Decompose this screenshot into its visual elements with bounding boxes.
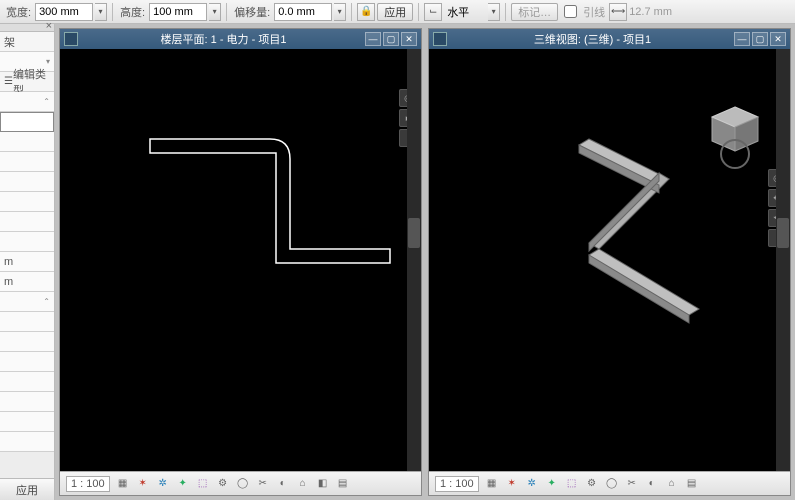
close-button[interactable]: ✕ <box>770 32 786 46</box>
status-icon[interactable]: ▤ <box>685 477 699 491</box>
status-icon[interactable]: ✂ <box>625 477 639 491</box>
maximize-button[interactable]: ▢ <box>383 32 399 46</box>
sidebar-row <box>0 212 54 232</box>
status-icon[interactable]: ◧ <box>316 477 330 491</box>
status-icon[interactable]: ▦ <box>116 477 130 491</box>
leader-checkbox[interactable] <box>564 5 577 18</box>
status-icon[interactable]: ✲ <box>156 477 170 491</box>
sidebar-row <box>0 332 54 352</box>
apply-button[interactable]: 应用 <box>377 3 413 21</box>
status-icon[interactable]: ◐ <box>645 477 659 491</box>
sidebar-row <box>0 392 54 412</box>
minimize-button[interactable]: — <box>365 32 381 46</box>
status-icon[interactable]: ✲ <box>525 477 539 491</box>
status-icon[interactable]: ▤ <box>336 477 350 491</box>
status-icon[interactable]: ✂ <box>256 477 270 491</box>
scrollbar-vertical[interactable] <box>776 49 790 471</box>
justify-icon[interactable]: ⌙ <box>424 3 442 21</box>
sidebar-row <box>0 352 54 372</box>
minimize-button[interactable]: — <box>734 32 750 46</box>
lock-icon[interactable]: 🔒 <box>357 3 375 21</box>
sidebar-row: m <box>0 272 54 292</box>
sidebar-row <box>0 312 54 332</box>
status-icon[interactable]: ✦ <box>176 477 190 491</box>
3d-statusbar: 1 : 100 ▦ ✶ ✲ ✦ ⬚ ⚙ ◯ ✂ ◐ ⌂ ▤ <box>429 471 790 495</box>
sidebar-row: ⌃ <box>0 92 54 112</box>
scrollbar-vertical[interactable] <box>407 49 421 471</box>
status-icon[interactable]: ◯ <box>605 477 619 491</box>
status-icon[interactable]: ✶ <box>505 477 519 491</box>
status-icon[interactable]: ▦ <box>485 477 499 491</box>
status-icon[interactable]: ◯ <box>236 477 250 491</box>
leader-label: 引线 <box>581 4 607 20</box>
plan-geometry <box>140 129 420 309</box>
sidebar-row <box>0 432 54 452</box>
sidebar-row <box>0 132 54 152</box>
status-icon[interactable]: ⬚ <box>565 477 579 491</box>
3d-view-title: 三维视图: (三维) - 项目1 <box>453 31 732 47</box>
status-icon[interactable]: ◐ <box>276 477 290 491</box>
status-icon[interactable]: ⚙ <box>585 477 599 491</box>
plan-canvas[interactable]: ◎ ▸ · <box>60 49 421 471</box>
scale-selector[interactable]: 1 : 100 <box>435 476 479 492</box>
3d-view-titlebar[interactable]: 三维视图: (三维) - 项目1 — ▢ ✕ <box>429 29 790 49</box>
tag-button[interactable]: 标记… <box>511 3 558 21</box>
sidebar-apply-button[interactable]: 应用 <box>0 478 54 500</box>
status-icon[interactable]: ⌂ <box>665 477 679 491</box>
status-icon[interactable]: ✦ <box>545 477 559 491</box>
offset-dropdown[interactable]: ▾ <box>334 3 346 21</box>
sidebar-row <box>0 192 54 212</box>
sidebar-close[interactable] <box>0 24 54 32</box>
width-input[interactable] <box>35 3 93 21</box>
offset-label: 偏移量: <box>232 4 272 20</box>
3d-canvas[interactable]: ◎ ✥ ⟲ · <box>429 49 790 471</box>
status-icon[interactable]: ✶ <box>136 477 150 491</box>
sidebar-row <box>0 232 54 252</box>
sidebar-row <box>0 412 54 432</box>
close-button[interactable]: ✕ <box>401 32 417 46</box>
sidebar-edit-type[interactable]: ☰ 编辑类型 <box>0 72 54 92</box>
status-icon[interactable]: ⌂ <box>296 477 310 491</box>
sidebar-row <box>0 372 54 392</box>
options-toolbar: 宽度: ▾ 高度: ▾ 偏移量: ▾ 🔒 应用 ⌙ ▾ 标记… 引线 ⟷ 12.… <box>0 0 795 24</box>
height-label: 高度: <box>118 4 147 20</box>
plan-view-title: 楼层平面: 1 - 电力 - 项目1 <box>84 31 363 47</box>
justify-dropdown[interactable]: ▾ <box>488 3 500 21</box>
status-icon[interactable]: ⚙ <box>216 477 230 491</box>
leader-icon: ⟷ <box>609 3 627 21</box>
width-label: 宽度: <box>4 4 33 20</box>
plan-view-pane: 楼层平面: 1 - 电力 - 项目1 — ▢ ✕ ◎ ▸ · 1 : 100 ▦ <box>59 28 422 496</box>
properties-sidebar: 架 ▾ ☰ 编辑类型 ⌃ m m ⌃ 应用 <box>0 24 55 500</box>
sidebar-row: ⌃ <box>0 292 54 312</box>
plan-statusbar: 1 : 100 ▦ ✶ ✲ ✦ ⬚ ⚙ ◯ ✂ ◐ ⌂ ◧ ▤ <box>60 471 421 495</box>
leader-dim: 12.7 mm <box>629 6 672 18</box>
scale-selector[interactable]: 1 : 100 <box>66 476 110 492</box>
maximize-button[interactable]: ▢ <box>752 32 768 46</box>
plan-view-titlebar[interactable]: 楼层平面: 1 - 电力 - 项目1 — ▢ ✕ <box>60 29 421 49</box>
sidebar-row: m <box>0 252 54 272</box>
width-dropdown[interactable]: ▾ <box>95 3 107 21</box>
sidebar-row: 架 <box>0 32 54 52</box>
view-icon <box>433 32 447 46</box>
offset-input[interactable] <box>274 3 332 21</box>
view-icon <box>64 32 78 46</box>
height-dropdown[interactable]: ▾ <box>209 3 221 21</box>
sidebar-row <box>0 152 54 172</box>
height-input[interactable] <box>149 3 207 21</box>
sidebar-input[interactable] <box>0 112 54 132</box>
3d-geometry <box>559 109 759 369</box>
justify-select[interactable] <box>444 3 486 21</box>
3d-view-pane: 三维视图: (三维) - 项目1 — ▢ ✕ ◎ ✥ ⟲ <box>428 28 791 496</box>
sidebar-row <box>0 172 54 192</box>
status-icon[interactable]: ⬚ <box>196 477 210 491</box>
